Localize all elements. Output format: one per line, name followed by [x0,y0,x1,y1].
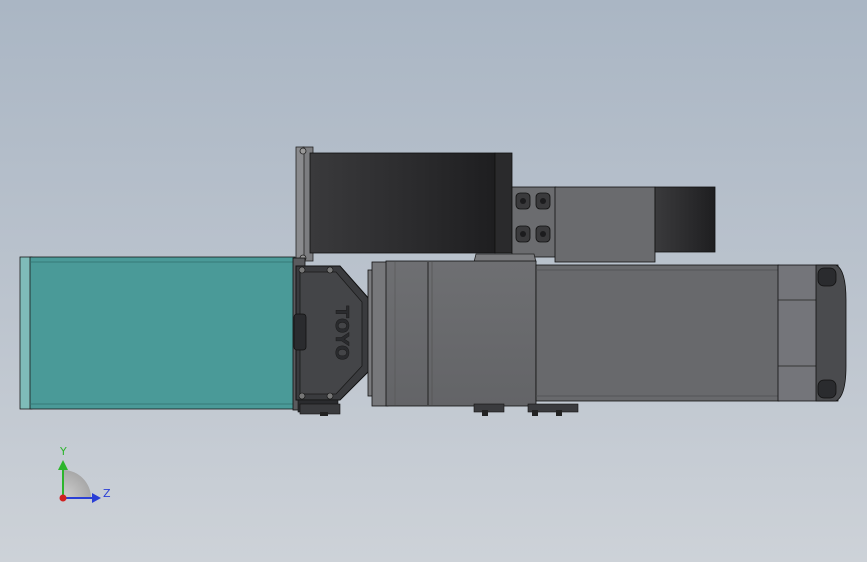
y-axis-arrow-icon [58,460,68,470]
triad-quarter-disc [63,470,91,498]
actuator-body [535,264,847,402]
cad-viewport[interactable]: TOYO Y Z [0,0,867,562]
z-axis-label: Z [103,487,111,500]
brand-logo: TOYO [331,306,352,361]
orientation-triad[interactable]: Y Z [58,445,111,503]
belt-cover [295,146,513,262]
actuator-model[interactable]: TOYO Y Z [0,0,867,562]
y-axis-label: Y [59,445,67,458]
origin-dot [59,494,67,502]
coupling-flange [367,260,537,407]
z-axis-arrow-icon [92,493,101,503]
motor [19,256,296,410]
